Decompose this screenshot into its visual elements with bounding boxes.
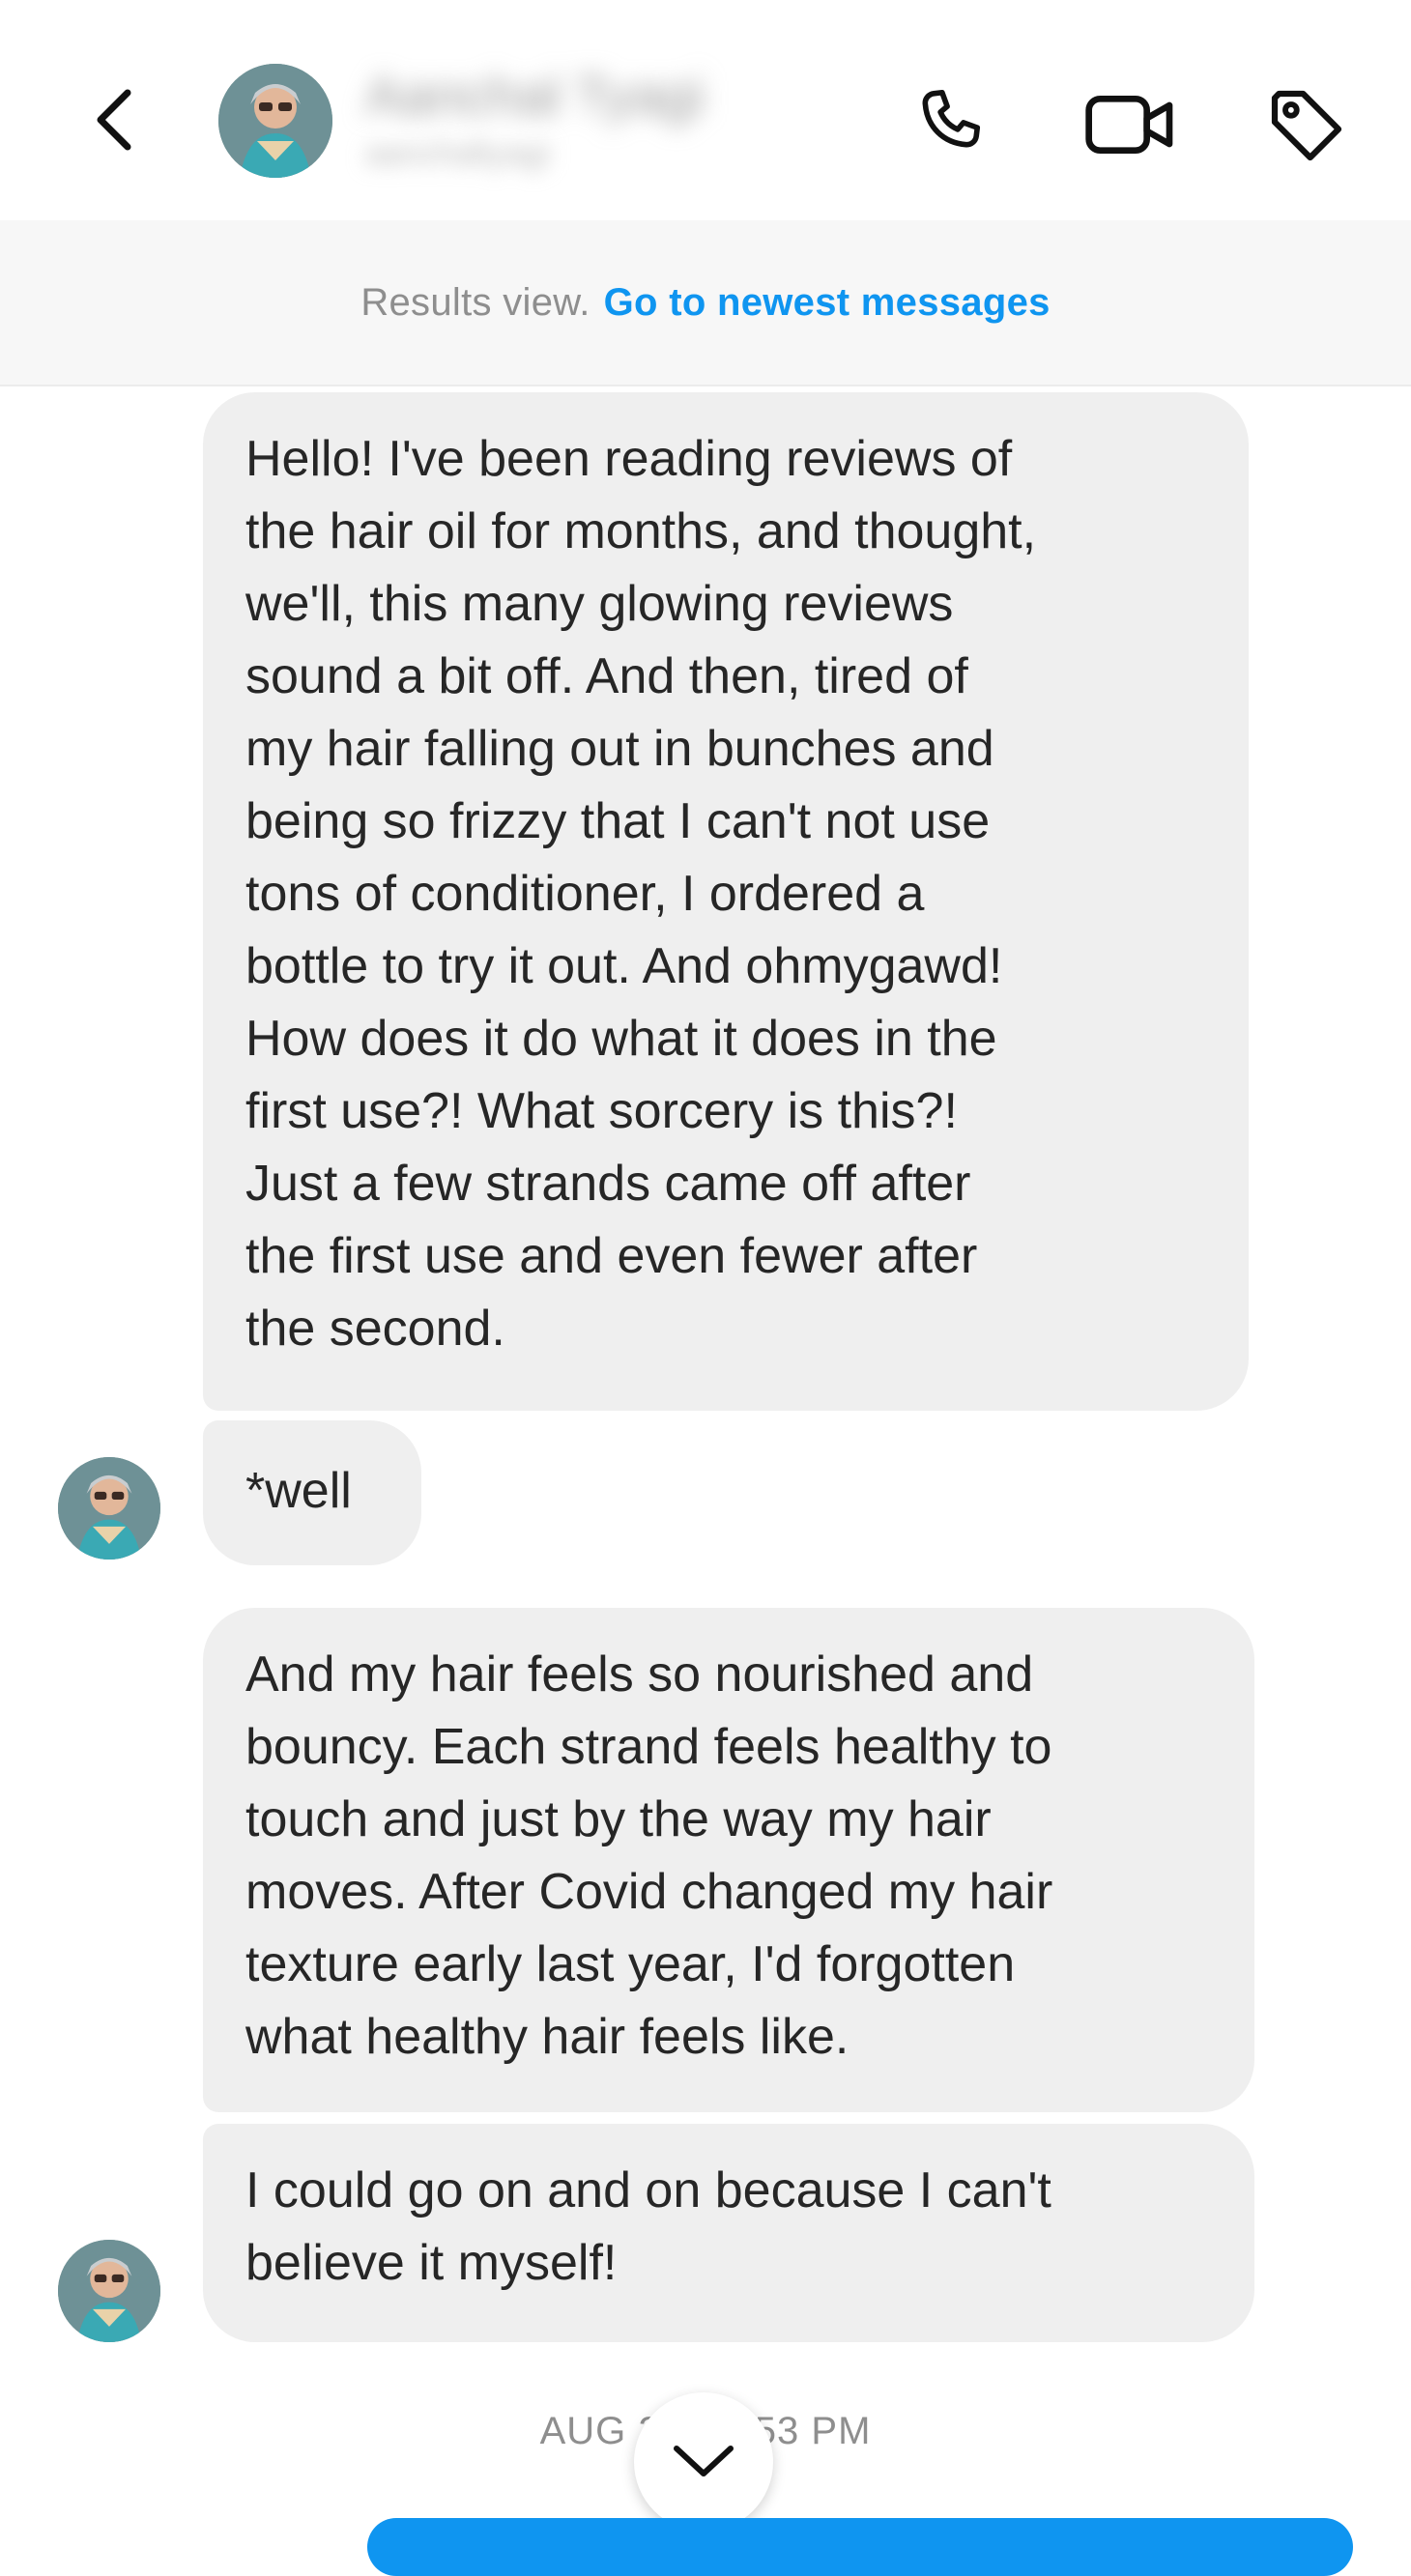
message-bubble[interactable]: Hello! I've been reading reviews of the … [203, 392, 1249, 1411]
tag-icon[interactable] [1260, 79, 1353, 172]
back-chevron-icon[interactable] [81, 85, 151, 155]
results-view-banner: Results view. Go to newest messages [0, 220, 1411, 386]
chevron-down-icon [674, 2446, 734, 2476]
video-camera-icon[interactable] [1080, 81, 1181, 168]
message-bubble[interactable]: And my hair feels so nourished and bounc… [203, 1608, 1254, 2112]
message-bubble[interactable]: *well [203, 1420, 421, 1565]
chat-header: Aanchal Tyagi aanchaltyagi [0, 0, 1411, 220]
sender-avatar[interactable] [58, 1457, 160, 1560]
contact-avatar[interactable] [218, 64, 332, 178]
phone-icon[interactable] [908, 81, 995, 168]
go-to-newest-messages-link[interactable]: Go to newest messages [604, 281, 1051, 325]
results-view-label: Results view. [360, 280, 590, 324]
scroll-to-bottom-button[interactable] [634, 2392, 773, 2532]
contact-name[interactable]: Aanchal Tyagi [365, 64, 705, 127]
blue-action-bar[interactable] [367, 2518, 1353, 2576]
contact-username: aanchaltyagi [365, 135, 550, 172]
message-bubble[interactable]: I could go on and on because I can't bel… [203, 2124, 1254, 2342]
sender-avatar[interactable] [58, 2240, 160, 2342]
